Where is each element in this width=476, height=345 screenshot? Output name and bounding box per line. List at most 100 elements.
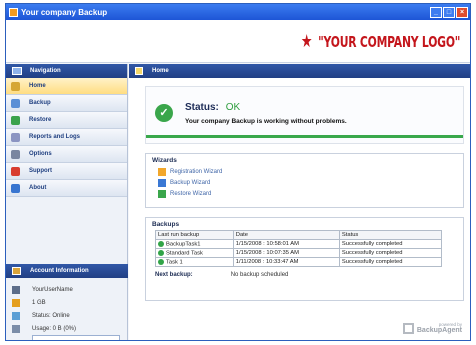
table-row[interactable]: BackupTask1 1/15/2008 : 10:58:01 AM Succes… bbox=[155, 239, 443, 249]
navigation-icon bbox=[12, 67, 22, 75]
logo-banner: ★ "YOUR COMPANY LOGO" bbox=[6, 20, 470, 63]
logo-text: "YOUR COMPANY LOGO" bbox=[317, 32, 460, 51]
backup-name-cell: Task 1 bbox=[155, 257, 234, 267]
account-icon bbox=[12, 267, 21, 275]
column-status: Status bbox=[338, 230, 443, 240]
window-title: Your company Backup bbox=[21, 7, 108, 17]
wizards-section: Wizards Registration Wizard Backup Wizard… bbox=[145, 153, 464, 208]
restore-wizard-link[interactable]: Restore Wizard bbox=[146, 188, 463, 199]
sidebar-item-restore[interactable]: Restore bbox=[6, 112, 127, 129]
main-panel: Home ✓ Status: OK Your company Backup is… bbox=[129, 64, 470, 340]
backup-status: Successfully completed bbox=[338, 248, 443, 258]
app-window: Your company Backup _ □ × ★ "YOUR COMPAN… bbox=[5, 3, 471, 341]
wizard-list: Registration Wizard Backup Wizard Restore … bbox=[146, 166, 463, 199]
backup-date: 1/11/2008 : 10:33:47 AM bbox=[232, 257, 340, 267]
column-date: Date bbox=[232, 230, 340, 240]
title-bar[interactable]: Your company Backup _ □ × bbox=[6, 4, 470, 20]
check-icon: ✓ bbox=[155, 104, 173, 122]
sidebar-item-label: Reports and Logs bbox=[29, 134, 81, 140]
backup-icon bbox=[11, 98, 20, 108]
account-value: Status: Online bbox=[32, 312, 70, 319]
status-value: OK bbox=[225, 102, 241, 113]
powered-by-text: powered by BackupAgent bbox=[417, 322, 462, 334]
account-row: YourUserName bbox=[12, 283, 124, 296]
sidebar-item-label: Support bbox=[29, 168, 52, 174]
wizard-label: Restore Wizard bbox=[170, 190, 212, 197]
sidebar-item-home[interactable]: Home bbox=[6, 78, 127, 95]
navigation-header: Navigation bbox=[6, 64, 127, 78]
sidebar-item-label: Home bbox=[29, 83, 46, 89]
storage-icon bbox=[12, 298, 20, 307]
success-icon bbox=[158, 249, 164, 256]
about-icon bbox=[11, 183, 20, 193]
backup-wizard-icon bbox=[158, 178, 166, 187]
restore-wizard-icon bbox=[158, 189, 166, 198]
minimize-button[interactable]: _ bbox=[430, 6, 442, 18]
backup-name: Task 1 bbox=[166, 259, 183, 266]
reports-icon bbox=[11, 132, 20, 142]
window-controls: _ □ × bbox=[430, 6, 470, 18]
backup-name-cell: BackupTask1 bbox=[155, 239, 234, 249]
table-row[interactable]: Task 1 1/11/2008 : 10:33:47 AM Successfull… bbox=[155, 257, 443, 267]
sidebar-item-about[interactable]: About bbox=[6, 180, 127, 197]
navigation-list: Home Backup Restore Reports and Logs Options… bbox=[6, 78, 127, 197]
account-header: Account Information bbox=[6, 264, 128, 278]
sidebar-item-label: Restore bbox=[29, 117, 52, 123]
star-icon: ★ bbox=[300, 31, 313, 52]
main-title: Home bbox=[152, 68, 169, 74]
success-icon bbox=[158, 258, 164, 265]
powered-by-brand: BackupAgent bbox=[416, 327, 462, 334]
table-header-row: Last run backup Date Status bbox=[155, 230, 443, 240]
sidebar-item-reports-and-logs[interactable]: Reports and Logs bbox=[6, 129, 127, 146]
sidebar-item-label: Backup bbox=[29, 100, 51, 106]
backups-title: Backups bbox=[152, 220, 180, 228]
backup-name: BackupTask1 bbox=[166, 241, 201, 248]
account-value: YourUserName bbox=[32, 286, 73, 293]
account-value: 1 GB bbox=[32, 299, 46, 306]
wizard-label: Backup Wizard bbox=[170, 179, 211, 186]
sidebar-item-support[interactable]: Support bbox=[6, 163, 127, 180]
status-panel: ✓ Status: OK Your company Backup is work… bbox=[145, 86, 464, 144]
sidebar-item-label: Options bbox=[29, 151, 52, 157]
account-row: 1 GB bbox=[12, 296, 124, 309]
backups-section: Backups Last run backup Date Status Back… bbox=[145, 217, 464, 301]
maximize-button[interactable]: □ bbox=[443, 6, 455, 18]
sidebar-item-options[interactable]: Options bbox=[6, 146, 127, 163]
account-info: YourUserName 1 GB Status: Online Usage: 0 B… bbox=[12, 283, 124, 340]
backup-wizard-link[interactable]: Backup Wizard bbox=[146, 177, 463, 188]
account-row: Usage: 0 B (0%) bbox=[12, 322, 124, 335]
usage-progress-bar bbox=[32, 335, 120, 340]
support-icon bbox=[11, 166, 20, 176]
sidebar-item-label: About bbox=[29, 185, 47, 191]
status-label: Status: bbox=[185, 102, 219, 113]
wizard-label: Registration Wizard bbox=[170, 168, 223, 175]
registration-wizard-icon bbox=[158, 167, 166, 176]
column-last-run-backup: Last run backup bbox=[155, 230, 234, 240]
account-title: Account Information bbox=[30, 268, 89, 274]
success-icon bbox=[158, 240, 164, 247]
backup-status: Successfully completed bbox=[338, 257, 443, 267]
status-message: Your company Backup is working without p… bbox=[185, 118, 347, 125]
next-backup-label: Next backup: bbox=[155, 272, 193, 278]
home-icon bbox=[135, 67, 143, 75]
home-content: ✓ Status: OK Your company Backup is work… bbox=[145, 86, 464, 334]
backup-name-cell: Standard Task bbox=[155, 248, 234, 258]
close-button[interactable]: × bbox=[456, 6, 468, 18]
table-row[interactable]: Standard Task 1/15/2008 : 10:07:35 AM Succ… bbox=[155, 248, 443, 258]
backupagent-logo-icon bbox=[402, 323, 414, 334]
backup-rows: BackupTask1 1/15/2008 : 10:58:01 AM Succes… bbox=[155, 239, 443, 267]
backups-table: Last run backup Date Status BackupTask1 1… bbox=[155, 230, 443, 267]
status-bar bbox=[146, 135, 463, 138]
registration-wizard-link[interactable]: Registration Wizard bbox=[146, 166, 463, 177]
powered-by: powered by BackupAgent bbox=[402, 322, 462, 334]
company-logo: ★ "YOUR COMPANY LOGO" bbox=[301, 31, 460, 52]
options-icon bbox=[11, 149, 20, 159]
backup-name: Standard Task bbox=[166, 250, 203, 257]
restore-icon bbox=[11, 115, 20, 125]
user-icon bbox=[12, 285, 20, 294]
sidebar: Navigation Home Backup Restore Reports and … bbox=[6, 64, 128, 340]
wizards-title: Wizards bbox=[152, 156, 177, 164]
sidebar-item-backup[interactable]: Backup bbox=[6, 95, 127, 112]
next-backup: Next backup: No backup scheduled bbox=[155, 270, 463, 280]
backup-date: 1/15/2008 : 10:58:01 AM bbox=[232, 239, 340, 249]
